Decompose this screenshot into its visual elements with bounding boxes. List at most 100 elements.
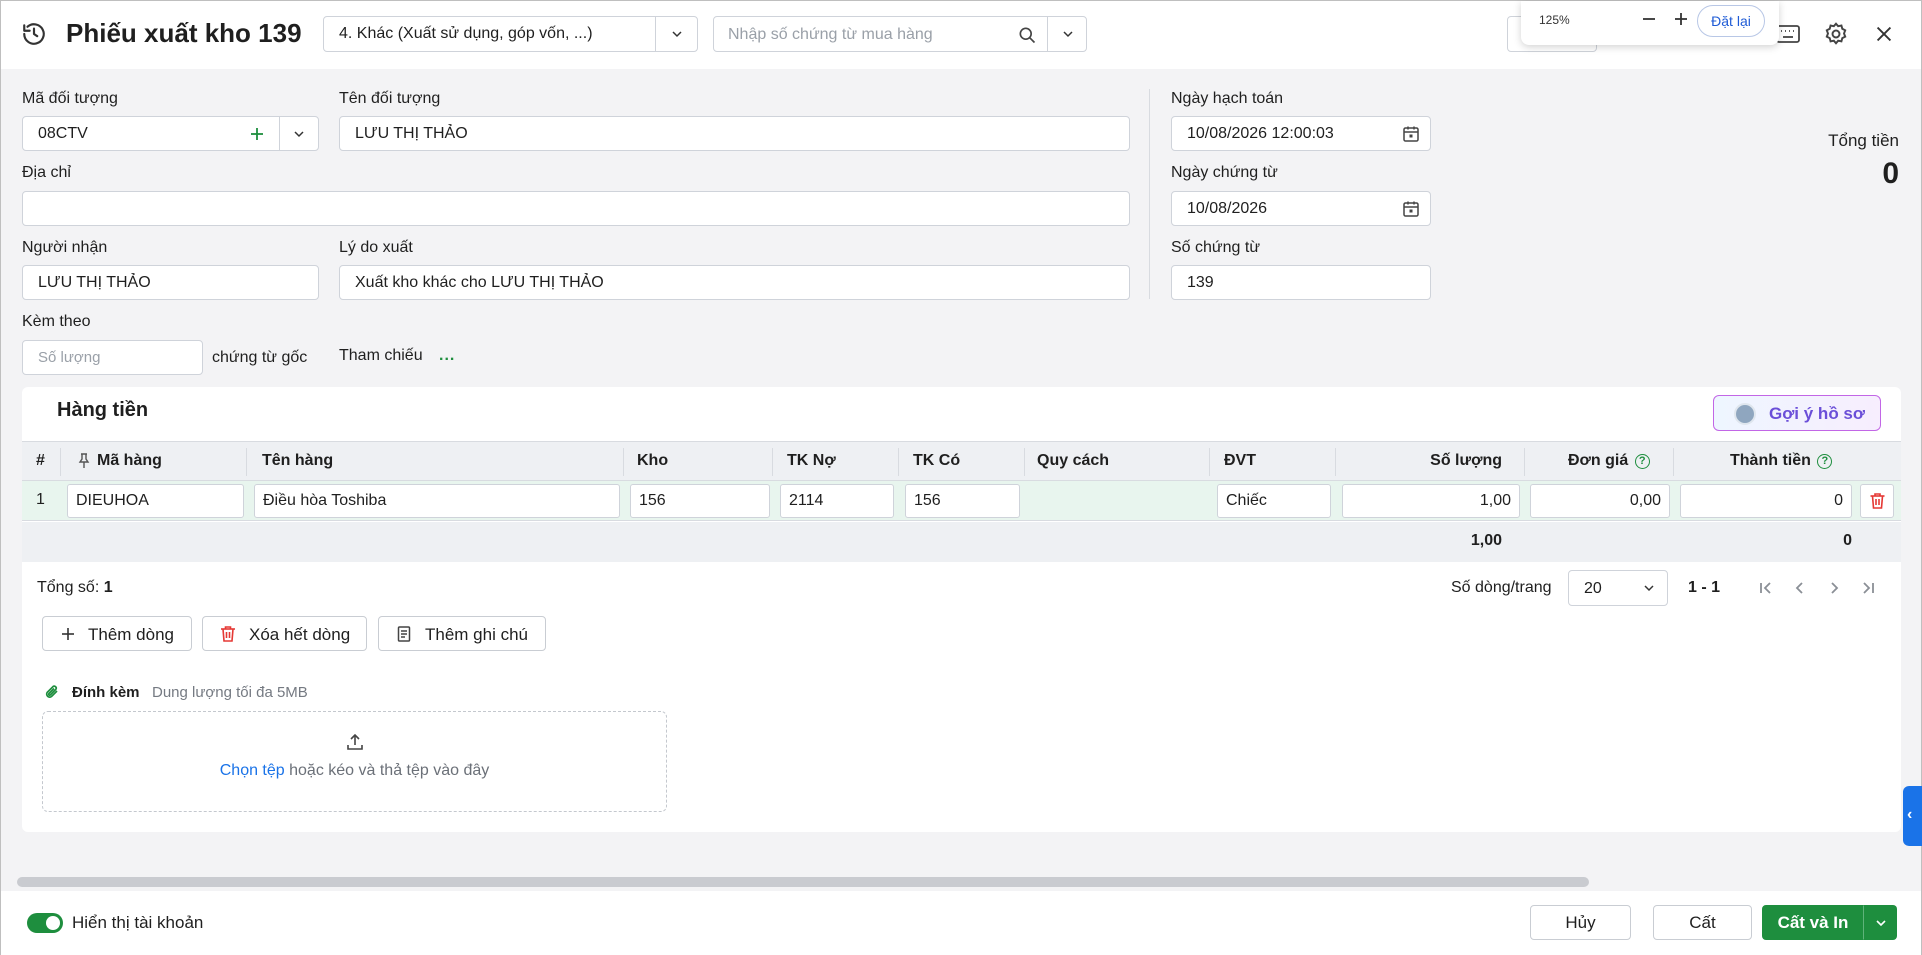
ma-doi-tuong-value: 08CTV (38, 125, 88, 142)
zoom-reset-button[interactable]: Đặt lại (1697, 5, 1765, 37)
col-thanh-tien[interactable]: Thành tiền ? (1730, 452, 1833, 470)
delete-row-button[interactable] (1860, 484, 1894, 518)
col-so-luong[interactable]: Số lượng (1430, 452, 1502, 470)
ma-doi-tuong-dropdown[interactable] (279, 117, 318, 150)
thanh-tien-cell[interactable]: 0 (1680, 484, 1852, 518)
voucher-type-select[interactable]: 4. Khác (Xuất sử dụng, góp vốn, ...) (323, 16, 698, 52)
col-ma-hang[interactable]: Mã hàng (97, 452, 162, 470)
show-account-label: Hiển thị tài khoản (72, 913, 204, 932)
delete-all-rows-button[interactable]: Xóa hết dòng (202, 616, 367, 651)
col-quy-cach[interactable]: Quy cách (1037, 452, 1109, 470)
calendar-icon[interactable] (1402, 200, 1420, 218)
tk-co-cell[interactable]: 156 (905, 484, 1020, 518)
don-gia-value: 0,00 (1629, 492, 1661, 509)
attachment-label: Đính kèm (72, 684, 140, 701)
zoom-in-icon[interactable] (1671, 9, 1691, 29)
so-luong-cell[interactable]: 1,00 (1342, 484, 1520, 518)
search-input[interactable] (728, 24, 998, 46)
col-tk-no[interactable]: TK Nợ (787, 452, 836, 470)
attachment-size-note: Dung lượng tối đa 5MB (152, 684, 308, 701)
tk-no-cell[interactable]: 2114 (780, 484, 894, 518)
add-row-label: Thêm dòng (88, 625, 174, 644)
add-row-button[interactable]: Thêm dòng (42, 616, 192, 651)
so-luong-value: 1,00 (1479, 492, 1511, 509)
dropzone-text: Chọn tệp hoặc kéo và thả tệp vào đây (43, 762, 666, 780)
close-icon[interactable] (1873, 23, 1895, 45)
save-button[interactable]: Cất (1653, 905, 1752, 940)
ngay-chung-tu-field[interactable]: 10/08/2026 (1171, 191, 1431, 226)
record-count: Tổng số: 1 (37, 579, 113, 597)
rows-per-page-select[interactable]: 20 (1568, 570, 1668, 606)
ly-do-xuat-value: Xuất kho khác cho LƯU THỊ THẢO (355, 274, 604, 291)
chung-tu-goc-label: chứng từ gốc (212, 349, 308, 366)
next-page-icon[interactable] (1825, 579, 1843, 597)
voucher-type-dropdown[interactable] (655, 17, 697, 51)
col-ten-hang[interactable]: Tên hàng (262, 452, 333, 470)
don-gia-cell[interactable]: 0,00 (1530, 484, 1670, 518)
ly-do-xuat-field[interactable]: Xuất kho khác cho LƯU THỊ THẢO (339, 265, 1130, 300)
choose-file-link[interactable]: Chọn tệp (220, 762, 285, 779)
so-chung-tu-label: Số chứng từ (1171, 239, 1261, 256)
purchase-voucher-search[interactable] (713, 16, 1048, 52)
search-icon[interactable] (1017, 25, 1037, 45)
add-note-label: Thêm ghi chú (425, 625, 528, 644)
tong-tien-value: 0 (1882, 157, 1899, 190)
cancel-button[interactable]: Hủy (1530, 905, 1631, 940)
col-kho[interactable]: Kho (637, 452, 668, 470)
show-account-toggle[interactable] (27, 913, 63, 933)
chevron-down-icon (1644, 585, 1654, 592)
ngay-chung-tu-label: Ngày chứng từ (1171, 164, 1278, 181)
horizontal-scrollbar[interactable] (17, 877, 1589, 887)
ma-doi-tuong-label: Mã đối tượng (22, 90, 118, 107)
divider (1149, 89, 1150, 299)
ten-doi-tuong-field[interactable]: LƯU THỊ THẢO (339, 116, 1130, 151)
app-window: Phiếu xuất kho 139 4. Khác (Xuất sử dụng… (0, 0, 1922, 955)
chevron-down-icon (294, 131, 304, 138)
thanh-tien-value: 0 (1834, 492, 1843, 509)
prev-page-icon[interactable] (1791, 579, 1809, 597)
record-count-value: 1 (103, 579, 113, 596)
chevron-down-icon (1876, 920, 1886, 927)
kem-theo-label: Kèm theo (22, 313, 91, 330)
delete-all-rows-label: Xóa hết dòng (249, 625, 351, 644)
ly-do-xuat-label: Lý do xuất (339, 239, 413, 256)
first-page-icon[interactable] (1757, 579, 1775, 597)
trash-icon (1870, 493, 1885, 509)
so-chung-tu-field[interactable]: 139 (1171, 265, 1431, 300)
help-icon[interactable]: ? (1634, 454, 1650, 469)
tham-chieu-more-button[interactable]: ... (439, 347, 455, 365)
col-don-gia[interactable]: Đơn giá ? (1568, 452, 1650, 470)
history-icon[interactable] (21, 21, 47, 47)
col-tk-co[interactable]: TK Có (913, 452, 960, 470)
help-icon[interactable]: ? (1817, 454, 1833, 469)
zoom-popup: 125% Đặt lại (1521, 1, 1779, 45)
add-note-button[interactable]: Thêm ghi chú (378, 616, 546, 651)
col-dvt[interactable]: ĐVT (1224, 452, 1256, 470)
ngay-hach-toan-field[interactable]: 10/08/2026 12:00:03 (1171, 116, 1431, 151)
ma-hang-cell[interactable]: DIEUHOA (67, 484, 244, 518)
plus-icon[interactable] (249, 126, 265, 142)
suggest-profile-button[interactable]: Gợi ý hồ sơ (1713, 395, 1881, 431)
calendar-icon[interactable] (1402, 125, 1420, 143)
table-row: 1 DIEUHOA Điều hòa Toshiba 156 2114 156 … (22, 481, 1901, 521)
ten-hang-cell[interactable]: Điều hòa Toshiba (254, 484, 620, 518)
save-print-dropdown[interactable] (1863, 905, 1897, 940)
file-dropzone[interactable]: Chọn tệp hoặc kéo và thả tệp vào đây (42, 711, 667, 812)
row-number: 1 (36, 491, 45, 508)
gear-icon[interactable] (1823, 21, 1849, 47)
tk-no-value: 2114 (789, 492, 824, 509)
pin-icon[interactable] (77, 453, 91, 469)
side-panel-toggle[interactable]: ‹ (1903, 786, 1922, 846)
search-dropdown-button[interactable] (1047, 16, 1087, 52)
save-print-button[interactable]: Cất và In (1762, 905, 1864, 940)
last-page-icon[interactable] (1859, 579, 1877, 597)
nguoi-nhan-field[interactable]: LƯU THỊ THẢO (22, 265, 319, 300)
ngay-chung-tu-value: 10/08/2026 (1187, 200, 1268, 217)
dvt-cell[interactable]: Chiếc (1217, 484, 1331, 518)
ma-doi-tuong-field[interactable]: 08CTV (22, 116, 319, 151)
kho-cell[interactable]: 156 (630, 484, 770, 518)
zoom-out-icon[interactable] (1639, 9, 1659, 29)
dia-chi-field[interactable] (22, 191, 1130, 226)
so-luong-chung-tu-field[interactable]: Số lượng (22, 340, 203, 375)
nguoi-nhan-value: LƯU THỊ THẢO (38, 274, 151, 291)
